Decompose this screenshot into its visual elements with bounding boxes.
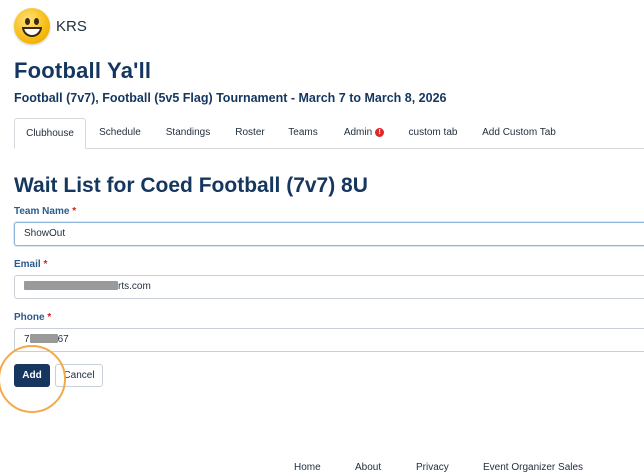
tab-custom[interactable]: custom tab [404,118,462,148]
tab-schedule[interactable]: Schedule [92,118,148,148]
tab-roster[interactable]: Roster [228,118,272,148]
team-name-input[interactable]: ShowOut [14,222,644,246]
smiley-face-icon [14,8,50,44]
redacted-text [29,334,58,343]
tab-teams[interactable]: Teams [282,118,324,148]
org-header: KRS [14,8,87,44]
alert-icon: ! [375,128,385,137]
footer-link-home[interactable]: Home [294,462,321,473]
phone-input[interactable]: 7 67 [14,328,644,352]
tab-admin[interactable]: Admin! [336,118,392,148]
event-subtitle: Football (7v7), Football (5v5 Flag) Tour… [14,91,447,105]
nav-tabs: Clubhouse Schedule Standings Roster Team… [14,118,644,149]
footer-link-privacy[interactable]: Privacy [416,462,449,473]
tab-clubhouse[interactable]: Clubhouse [14,118,86,149]
page-title: Wait List for Coed Football (7v7) 8U [14,174,368,197]
add-button[interactable]: Add [14,364,50,387]
org-name: KRS [56,17,87,35]
phone-label: Phone * [14,312,52,323]
team-name-label: Team Name * [14,206,77,217]
cancel-button[interactable]: Cancel [55,364,103,387]
email-input[interactable]: rts.com [14,275,644,299]
event-title: Football Ya'll [14,58,152,83]
redacted-text [24,281,118,290]
email-label: Email * [14,259,48,270]
tab-standings[interactable]: Standings [160,118,216,148]
tab-add-custom[interactable]: Add Custom Tab [476,118,562,148]
footer-link-sales[interactable]: Event Organizer Sales [483,462,583,473]
footer-link-about[interactable]: About [355,462,381,473]
